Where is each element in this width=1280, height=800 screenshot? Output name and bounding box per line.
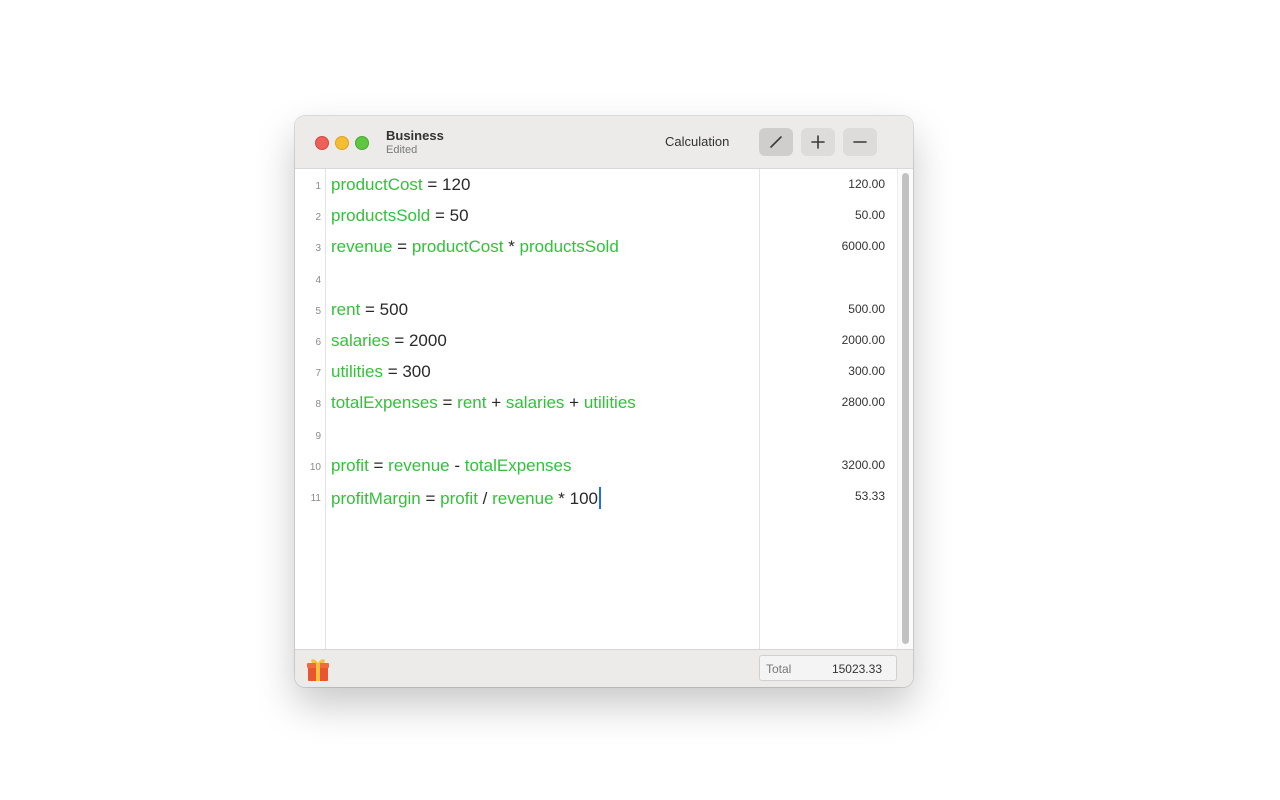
line-number: 4 — [315, 274, 321, 286]
vertical-scrollbar[interactable] — [897, 169, 913, 649]
gift-icon[interactable] — [304, 655, 332, 683]
line-result: 300.00 — [848, 364, 885, 379]
document-title: Business — [386, 128, 444, 143]
code-line[interactable]: rent = 500 — [331, 300, 408, 324]
variable-token: revenue — [388, 455, 450, 475]
text-caret — [598, 487, 601, 509]
app-window: Business Edited Calculation 1 2 3 4 5 6 7 8 9 10 1… — [295, 116, 913, 687]
line-result: 500.00 — [848, 301, 885, 316]
variable-token: revenue — [492, 489, 554, 508]
remove-button[interactable] — [843, 128, 877, 156]
variable-token: revenue — [331, 237, 393, 257]
variable-token: salaries — [331, 331, 390, 350]
line-result: 2000.00 — [841, 333, 885, 347]
expression-token: = 2000 — [389, 331, 447, 350]
variable-token: rent — [457, 393, 487, 413]
close-window-button[interactable] — [315, 136, 329, 150]
pencil-icon — [770, 136, 782, 148]
variable-token: productsSold — [519, 237, 619, 257]
code-line[interactable]: profit = revenue - totalExpenses — [331, 456, 572, 480]
expression-token: + — [486, 393, 506, 413]
line-number: 3 — [315, 243, 321, 255]
variable-token: profitMargin — [331, 489, 421, 508]
variable-token: salaries — [505, 393, 565, 413]
code-line[interactable]: profitMargin = profit / revenue * 100 — [331, 487, 601, 511]
line-result: 53.33 — [854, 489, 885, 503]
code-line[interactable]: productsSold = 50 — [331, 206, 469, 230]
edit-button[interactable] — [759, 128, 793, 156]
expression-token: * — [503, 237, 520, 257]
results-column: 120.00 50.00 6000.00 500.00 2000.00 300.00 280… — [759, 169, 898, 649]
expression-token: = 500 — [360, 299, 409, 319]
variable-token: rent — [331, 299, 361, 319]
line-number-gutter: 1 2 3 4 5 6 7 8 9 10 11 — [295, 169, 326, 649]
minus-icon — [853, 141, 867, 143]
variable-token: utilities — [331, 362, 383, 382]
expression-token: = — [420, 489, 441, 508]
line-result: 120.00 — [848, 177, 885, 191]
line-number: 9 — [315, 430, 321, 442]
plus-icon — [811, 135, 825, 149]
code-line[interactable]: totalExpenses = rent + salaries + utilit… — [331, 393, 636, 417]
variable-token: profit — [440, 489, 478, 508]
minimize-window-button[interactable] — [335, 136, 349, 150]
line-number: 1 — [315, 181, 321, 192]
expression-token: = — [392, 237, 412, 257]
line-number: 10 — [309, 461, 321, 473]
expression-token: * 100 — [553, 489, 598, 508]
line-number: 5 — [315, 305, 321, 317]
code-line[interactable]: utilities = 300 — [331, 362, 431, 386]
expression-token: = 300 — [382, 362, 431, 382]
add-button[interactable] — [801, 128, 835, 156]
line-number: 6 — [315, 337, 321, 348]
total-box: Total 15023.33 — [759, 655, 897, 681]
line-number: 7 — [315, 368, 321, 380]
zoom-window-button[interactable] — [355, 136, 369, 150]
titlebar: Business Edited Calculation — [295, 116, 913, 169]
document-status: Edited — [386, 144, 418, 156]
expression-token: = — [368, 455, 389, 475]
variable-token: utilities — [583, 393, 636, 413]
variable-token: totalExpenses — [464, 455, 572, 475]
expression-token: + — [564, 393, 584, 413]
footer-bar: Total 15023.33 — [295, 649, 913, 687]
expression-token: = 120 — [422, 175, 471, 194]
line-result: 3200.00 — [841, 457, 885, 472]
variable-token: productCost — [331, 175, 423, 194]
code-line[interactable]: salaries = 2000 — [331, 331, 447, 355]
line-number: 2 — [315, 212, 321, 224]
expression-token: = — [437, 393, 458, 413]
line-result: 50.00 — [854, 208, 885, 223]
total-label: Total — [766, 662, 792, 676]
document-title-block: Business Edited — [386, 128, 444, 157]
variable-token: totalExpenses — [331, 393, 438, 413]
line-number: 8 — [315, 399, 321, 411]
variable-token: profit — [331, 455, 369, 475]
expression-token: / — [477, 489, 493, 508]
editor-area[interactable]: 1 2 3 4 5 6 7 8 9 10 11 productCost = 120 productsS… — [295, 169, 913, 649]
code-line[interactable]: revenue = productCost * productsSold — [331, 237, 619, 261]
total-value: 15023.33 — [831, 662, 882, 676]
line-result: 6000.00 — [841, 239, 885, 254]
line-number: 11 — [310, 493, 321, 504]
line-result: 2800.00 — [841, 395, 885, 410]
variable-token: productsSold — [331, 206, 431, 226]
expression-token: = 50 — [430, 206, 469, 226]
mode-label: Calculation — [665, 134, 730, 149]
scroll-thumb[interactable] — [902, 173, 909, 644]
code-line[interactable]: productCost = 120 — [331, 175, 470, 199]
variable-token: productCost — [411, 237, 504, 257]
expression-token: - — [449, 455, 465, 475]
